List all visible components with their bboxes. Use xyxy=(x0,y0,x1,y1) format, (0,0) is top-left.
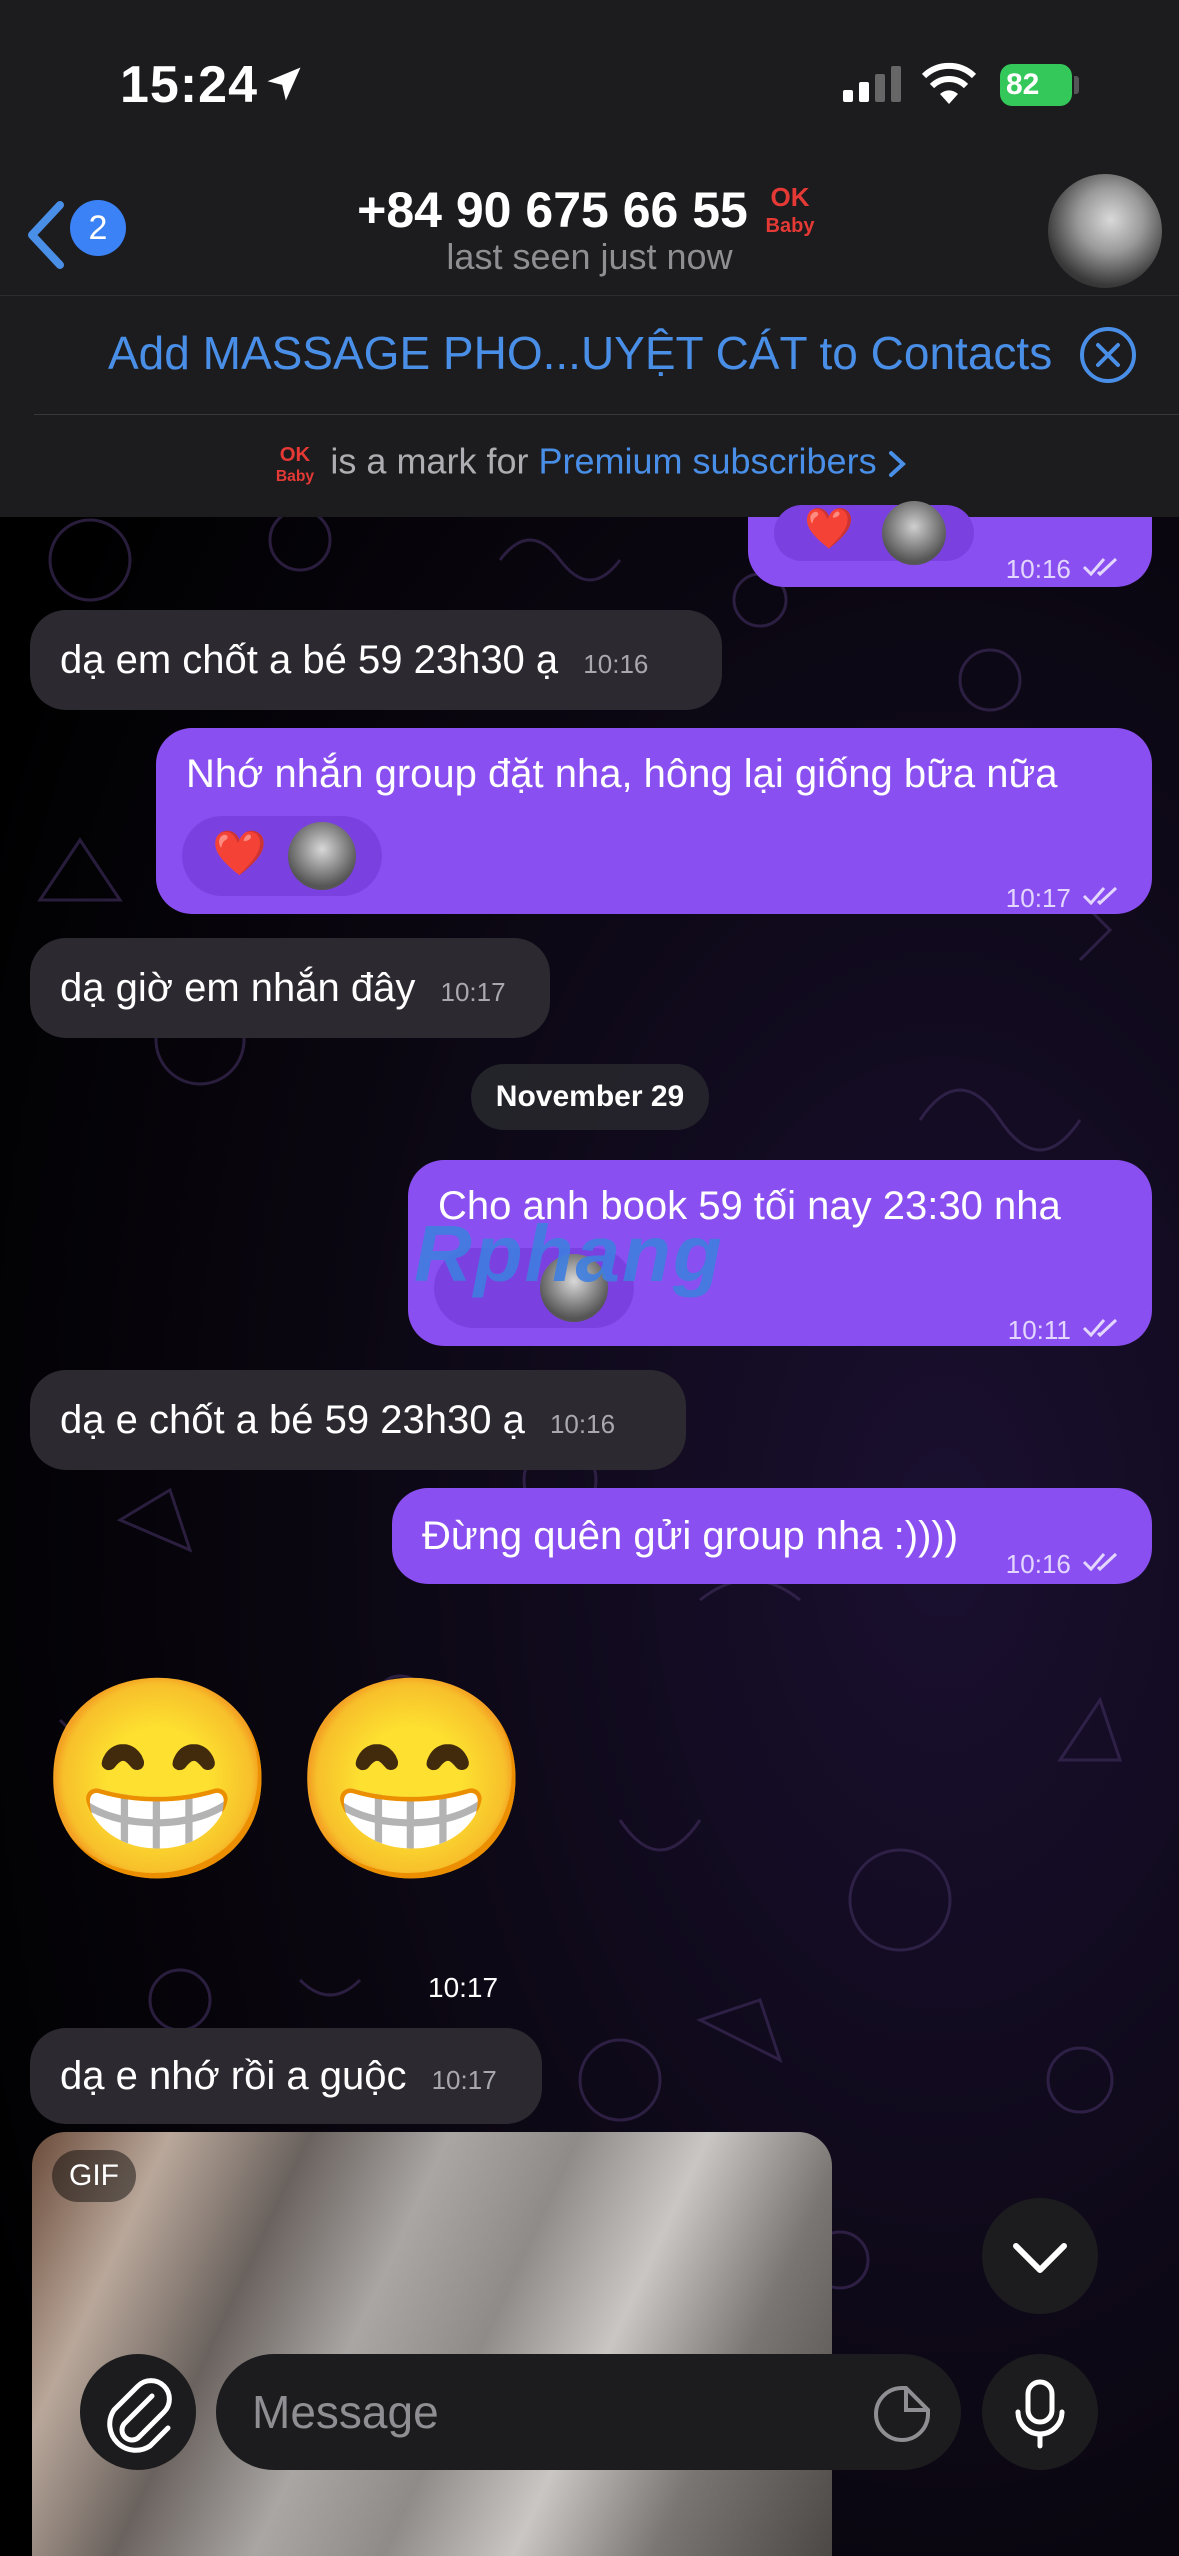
add-contact-bar: Add MASSAGE PHO...UYỆT CÁT to Contacts xyxy=(0,296,1179,416)
svg-text:OK: OK xyxy=(280,444,311,466)
battery-indicator: 82 xyxy=(1000,64,1072,106)
contact-phone-number: +84 90 675 66 55 xyxy=(357,182,748,238)
read-checkmarks-icon xyxy=(1082,1319,1118,1338)
message-time: 10:17 xyxy=(1005,883,1071,913)
premium-subscribers-link[interactable]: Premium subscribers xyxy=(538,441,876,482)
gif-message[interactable] xyxy=(32,2132,832,2556)
message-time: 10:16 xyxy=(1005,554,1071,584)
grinning-face-sticker[interactable]: 😁 xyxy=(290,1670,534,1890)
status-bar: 15:24 82 xyxy=(0,0,1179,170)
message-text: dạ e nhớ rồi a guộc xyxy=(60,2054,407,2098)
incoming-message[interactable]: dạ giờ em nhắn đây 10:17 xyxy=(30,938,550,1038)
premium-prefix: is a mark for xyxy=(330,440,529,482)
heart-reaction-icon: ❤️ xyxy=(212,829,267,878)
battery-cap xyxy=(1074,76,1079,94)
message-meta: 10:16 xyxy=(1006,1534,1122,1590)
svg-text:Baby: Baby xyxy=(765,215,815,237)
close-circle-icon[interactable] xyxy=(1078,325,1138,385)
message-meta: 10:11 xyxy=(1008,1300,1122,1356)
gif-label: GIF xyxy=(52,2150,136,2202)
message-text: Đừng quên gửi group nha :)))) xyxy=(422,1514,959,1558)
outgoing-message-partial[interactable]: ❤️ 10:16 xyxy=(748,501,1152,587)
reactor-avatar xyxy=(882,501,946,565)
message-time: 10:17 xyxy=(440,977,506,1007)
contact-avatar[interactable] xyxy=(1048,174,1162,288)
watermark-text: Rphang xyxy=(414,1209,724,1298)
battery-level: 82 xyxy=(1006,68,1040,101)
message-placeholder: Message xyxy=(252,2386,439,2438)
read-checkmarks-icon xyxy=(1082,1553,1118,1572)
wifi-icon xyxy=(921,62,977,104)
incoming-message[interactable]: dạ em chốt a bé 59 23h30 ạ 10:16 xyxy=(30,610,722,710)
incoming-message[interactable]: dạ e nhớ rồi a guộc 10:17 xyxy=(30,2028,542,2124)
chat-header: 2 +84 90 675 66 55 OK Baby last seen jus… xyxy=(0,170,1179,296)
date-separator: November 29 xyxy=(471,1064,709,1130)
message-time: 10:16 xyxy=(549,1409,616,1439)
message-text: Nhớ nhắn group đặt nha, hông lại giống b… xyxy=(186,752,1058,796)
message-time: 10:17 xyxy=(431,2065,497,2095)
incoming-message[interactable]: dạ e chốt a bé 59 23h30 ạ 10:16 xyxy=(30,1370,686,1470)
grinning-face-sticker[interactable]: 😁 xyxy=(36,1670,280,1890)
outgoing-message[interactable]: Nhớ nhắn group đặt nha, hông lại giống b… xyxy=(156,728,1152,914)
sticker-time: 10:17 xyxy=(428,1972,499,2003)
voice-record-button[interactable] xyxy=(982,2354,1098,2470)
scroll-to-bottom-button[interactable] xyxy=(982,2198,1098,2314)
status-time: 15:24 xyxy=(120,56,258,114)
chevron-down-icon xyxy=(1013,2243,1067,2273)
paperclip-icon xyxy=(107,2378,172,2453)
ok-baby-badge-icon: OK Baby xyxy=(765,182,815,237)
ok-baby-badge-icon: OK Baby xyxy=(276,444,314,485)
svg-text:Baby: Baby xyxy=(276,468,314,485)
premium-info-row: OK Baby is a mark for Premium subscriber… xyxy=(0,439,1179,489)
message-text: dạ giờ em nhắn đây xyxy=(60,966,416,1010)
microphone-icon xyxy=(1015,2379,1065,2449)
outgoing-message[interactable]: Cho anh book 59 tối nay 23:30 nha Rphang… xyxy=(408,1160,1152,1346)
premium-info-bar[interactable]: OK Baby is a mark for Premium subscriber… xyxy=(0,415,1179,517)
message-meta: 10:16 xyxy=(1006,539,1122,595)
svg-text:OK: OK xyxy=(770,182,809,212)
message-time: 10:16 xyxy=(583,649,649,679)
message-text: dạ e chốt a bé 59 23h30 ạ xyxy=(60,1398,525,1442)
message-text: dạ em chốt a bé 59 23h30 ạ xyxy=(60,638,559,682)
outgoing-message[interactable]: Đừng quên gửi group nha :)))) 10:16 xyxy=(392,1488,1152,1584)
reactor-avatar xyxy=(288,822,356,890)
watermark-logo: Rphang xyxy=(414,1214,724,1294)
chevron-right-icon xyxy=(888,451,906,477)
message-time: 10:11 xyxy=(1007,1315,1071,1345)
sticker-icon[interactable] xyxy=(870,2382,934,2446)
message-time: 10:16 xyxy=(1005,1549,1071,1579)
chat-title[interactable]: +84 90 675 66 55 OK Baby xyxy=(0,178,1179,242)
message-input[interactable]: Message xyxy=(216,2354,961,2470)
message-meta: 10:17 xyxy=(1006,868,1122,924)
heart-reaction-icon: ❤️ xyxy=(804,507,854,551)
attach-button[interactable] xyxy=(80,2354,196,2470)
add-to-contacts-link[interactable]: Add MASSAGE PHO...UYỆT CÁT to Contacts xyxy=(108,326,1052,380)
last-seen-status: last seen just now xyxy=(446,236,733,277)
location-arrow-icon xyxy=(267,67,301,101)
read-checkmarks-icon xyxy=(1082,887,1118,906)
read-checkmarks-icon xyxy=(1082,558,1118,577)
cellular-signal-icon xyxy=(843,66,901,102)
